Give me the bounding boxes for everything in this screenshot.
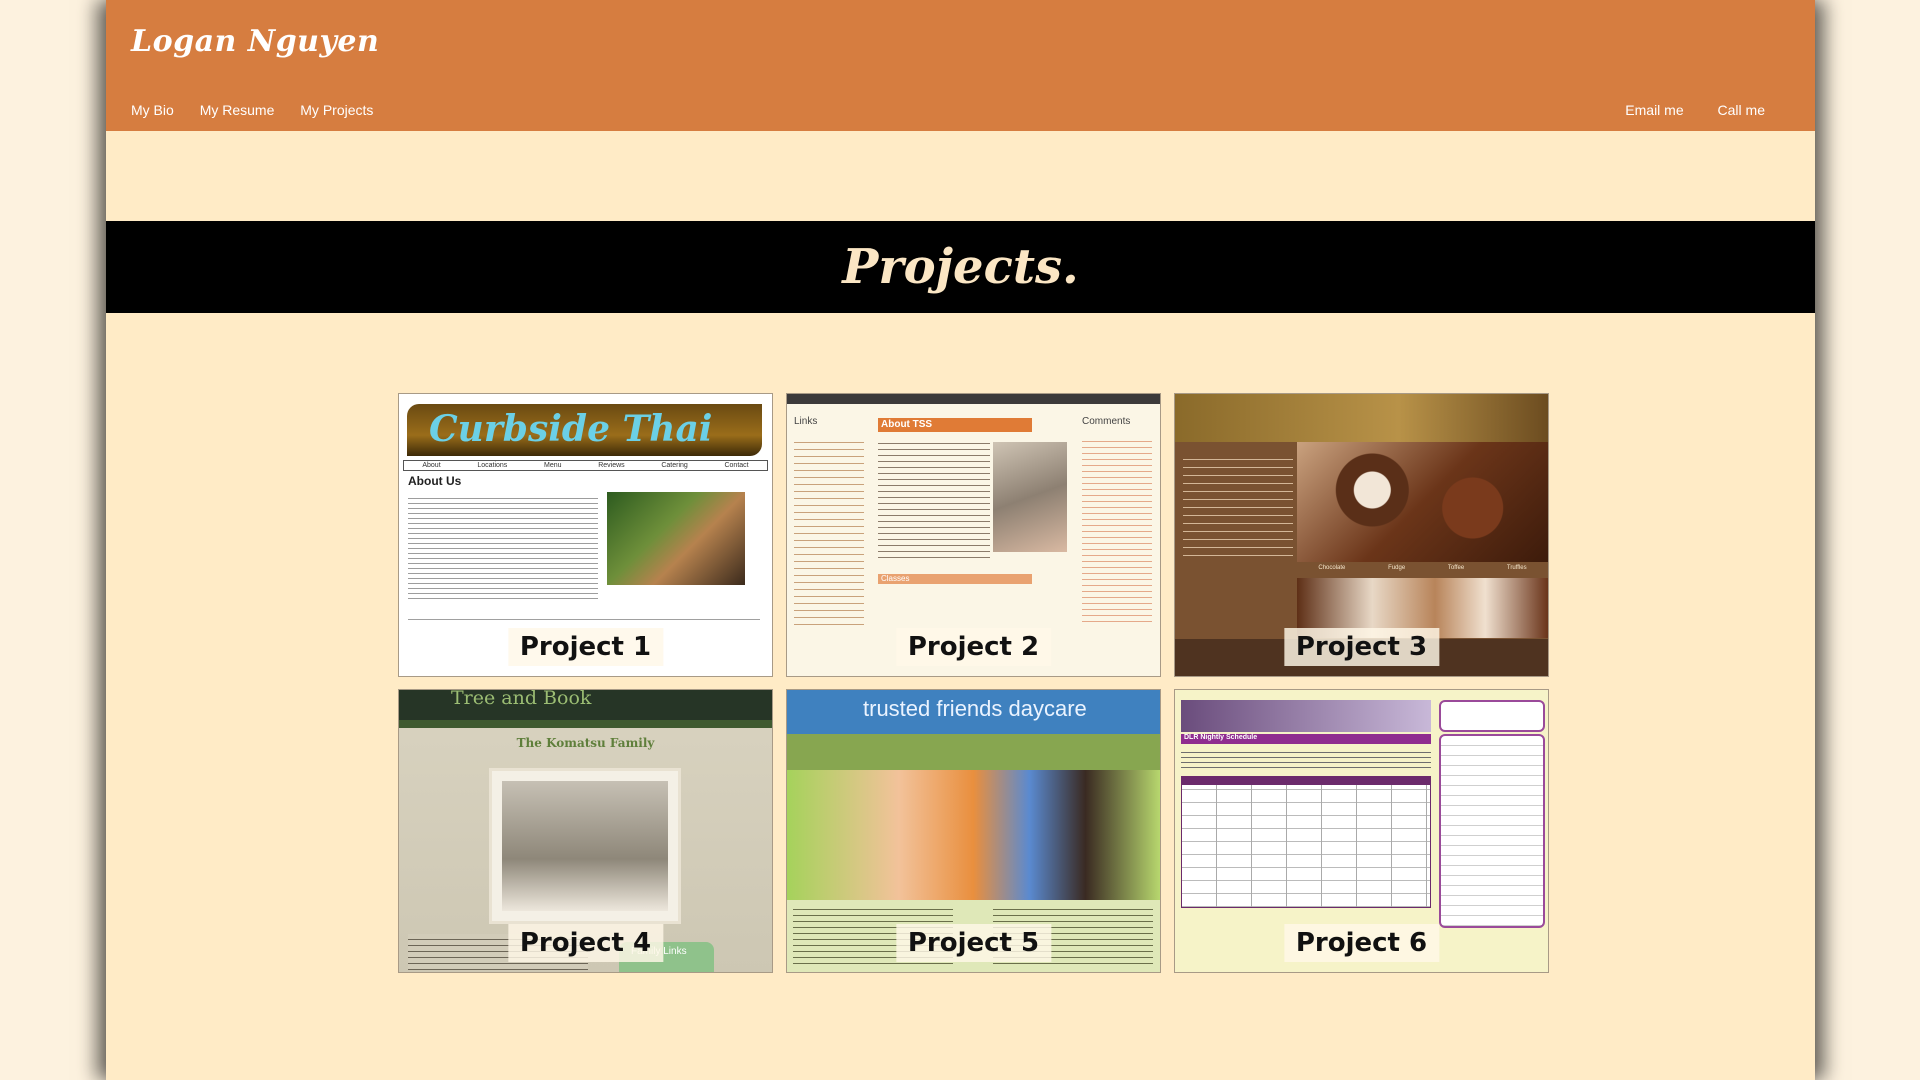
tf-hero-photo bbox=[787, 770, 1160, 900]
curbside-brand: Curbside Thai bbox=[429, 408, 713, 450]
project-6-label: Project 6 bbox=[1283, 924, 1440, 962]
project-1-label: Project 1 bbox=[507, 628, 664, 666]
nav-call-me[interactable]: Call me bbox=[1718, 102, 1765, 118]
tb-nav bbox=[399, 720, 772, 728]
nav-my-resume[interactable]: My Resume bbox=[200, 102, 275, 118]
project-4-label: Project 4 bbox=[507, 924, 664, 962]
curbside-menu-item: Menu bbox=[543, 462, 562, 469]
curbside-text-block bbox=[408, 494, 598, 602]
choc-category: Truffles bbox=[1506, 565, 1527, 571]
curbside-menu-item: Reviews bbox=[598, 462, 625, 469]
curbside-heading: About Us bbox=[408, 474, 462, 488]
dlr-schedule-table bbox=[1181, 776, 1431, 908]
tss-topbar bbox=[787, 394, 1160, 404]
dlr-on-air-box bbox=[1439, 700, 1545, 732]
curbside-photo bbox=[607, 492, 745, 585]
nav-left: My Bio My Resume My Projects bbox=[131, 102, 395, 118]
project-3-label: Project 3 bbox=[1283, 628, 1440, 666]
project-card-3[interactable]: Chocolate Fudge Toffee Truffles Project … bbox=[1174, 393, 1549, 677]
site-title[interactable]: Logan Nguyen bbox=[131, 24, 379, 59]
choc-category: Fudge bbox=[1388, 565, 1406, 571]
project-card-5[interactable]: trusted friends daycare Project 5 bbox=[786, 689, 1161, 973]
choc-header bbox=[1175, 394, 1548, 442]
choc-intro-text bbox=[1183, 452, 1293, 562]
tss-photo bbox=[993, 442, 1067, 552]
dlr-banner bbox=[1181, 700, 1431, 732]
nav-my-bio[interactable]: My Bio bbox=[131, 102, 174, 118]
project-2-label: Project 2 bbox=[895, 628, 1052, 666]
nav-email-me[interactable]: Email me bbox=[1625, 102, 1683, 118]
projects-banner: Projects. bbox=[106, 221, 1815, 313]
projects-grid: Curbside Thai About Locations Menu Revie… bbox=[398, 393, 1573, 974]
tb-photo-frame bbox=[489, 768, 681, 924]
dlr-coming-up-box bbox=[1439, 734, 1545, 928]
tb-family-photo bbox=[502, 781, 668, 911]
project-card-2[interactable]: Links About TSS Classes Comments Project… bbox=[786, 393, 1161, 677]
page-title: Projects. bbox=[842, 239, 1079, 295]
curbside-menu-item: Locations bbox=[477, 462, 508, 469]
choc-category: Toffee bbox=[1447, 565, 1465, 571]
curbside-menu-item: Catering bbox=[661, 462, 688, 469]
tss-about-text bbox=[878, 438, 990, 558]
dlr-intro-text bbox=[1181, 748, 1431, 772]
tb-brand: Tree and Book bbox=[451, 689, 592, 709]
choc-category: Chocolate bbox=[1318, 565, 1346, 571]
tf-brand: trusted friends daycare bbox=[863, 696, 1087, 721]
page-container: Logan Nguyen My Bio My Resume My Project… bbox=[106, 0, 1815, 1080]
tss-comments-list bbox=[1082, 436, 1152, 626]
tss-about-heading: About TSS bbox=[881, 419, 933, 430]
tss-classes-heading: Classes bbox=[881, 574, 910, 583]
nav-right: Email me Call me bbox=[1595, 102, 1765, 118]
project-card-6[interactable]: DLR Nightly Schedule Project 6 bbox=[1174, 689, 1549, 973]
choc-main-photo bbox=[1297, 442, 1548, 562]
curbside-menu-item: About bbox=[422, 462, 441, 469]
tf-nav bbox=[787, 734, 1160, 770]
project-card-1[interactable]: Curbside Thai About Locations Menu Revie… bbox=[398, 393, 773, 677]
nav-my-projects[interactable]: My Projects bbox=[300, 102, 373, 118]
tss-links-list bbox=[794, 436, 864, 626]
project-card-4[interactable]: Tree and Book The Komatsu Family Family … bbox=[398, 689, 773, 973]
project-5-label: Project 5 bbox=[895, 924, 1052, 962]
curbside-menu-item: Contact bbox=[724, 462, 749, 469]
site-header: Logan Nguyen My Bio My Resume My Project… bbox=[106, 0, 1815, 131]
tb-family-title: The Komatsu Family bbox=[516, 736, 655, 750]
choc-categories: Chocolate Fudge Toffee Truffles bbox=[1297, 565, 1548, 575]
tss-comments-heading: Comments bbox=[1082, 416, 1131, 427]
curbside-footer-text bbox=[408, 616, 760, 622]
curbside-menu: About Locations Menu Reviews Catering Co… bbox=[403, 460, 768, 471]
tss-links-heading: Links bbox=[794, 416, 818, 427]
dlr-schedule-title: DLR Nightly Schedule bbox=[1184, 734, 1258, 741]
